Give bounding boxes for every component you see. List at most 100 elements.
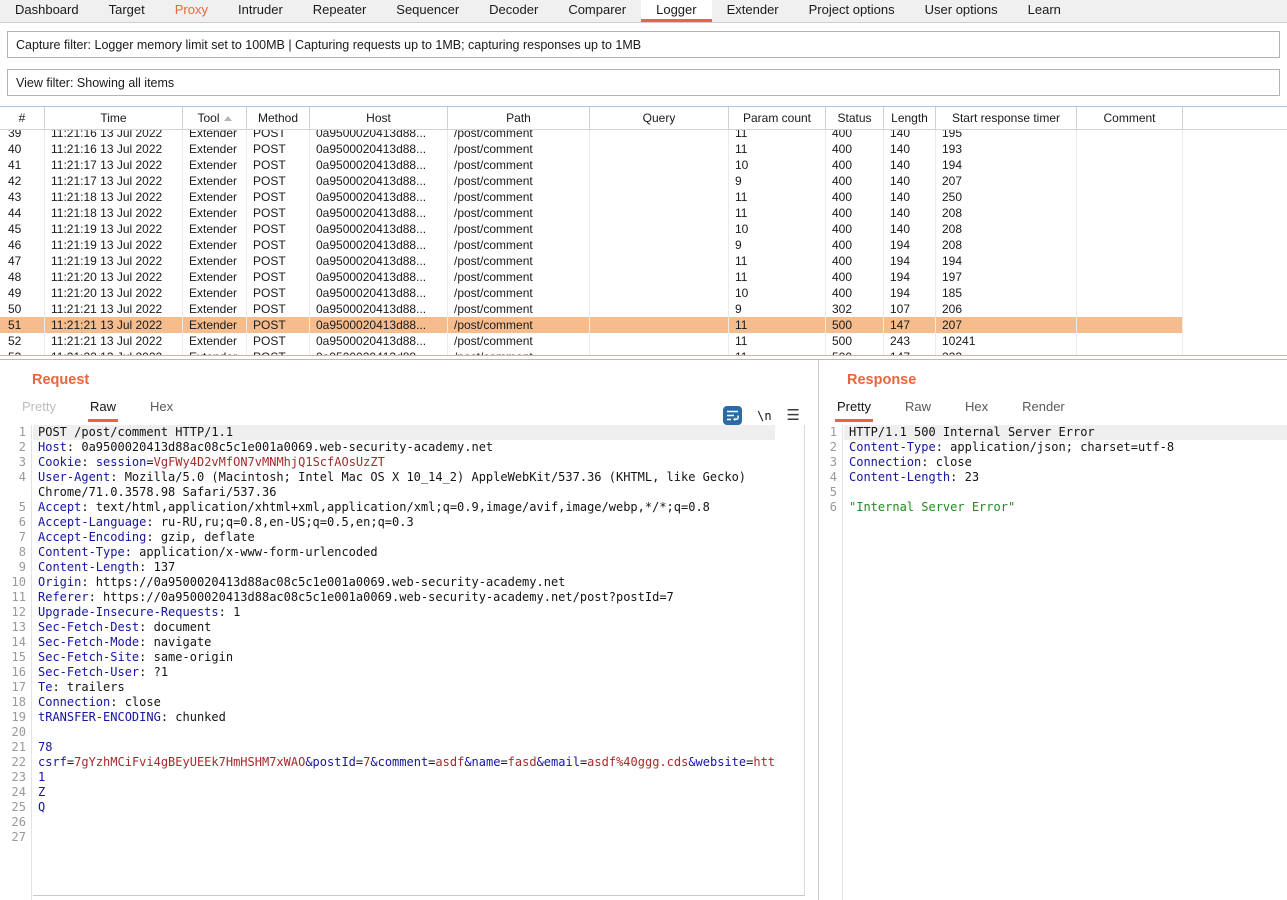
log-row-40[interactable]: 4011:21:16 13 Jul 2022ExtenderPOST0a9500…: [0, 141, 1183, 157]
code-line: 6Accept-Language: ru-RU,ru;q=0.8,en-US;q…: [0, 515, 775, 530]
menu-tab-repeater[interactable]: Repeater: [298, 0, 381, 22]
cell: 42: [0, 173, 45, 189]
menu-tab-user-options[interactable]: User options: [910, 0, 1013, 22]
code-line: 20: [0, 725, 775, 740]
code-text: Q: [33, 800, 775, 815]
newline-marker-toggle[interactable]: \n: [757, 409, 771, 423]
response-title: Response: [847, 372, 1287, 388]
line-number: 1: [819, 425, 842, 440]
code-segment: : application/x-www-form-urlencoded: [125, 545, 378, 559]
code-segment: POST /post/comment HTTP/1.1: [38, 425, 233, 439]
log-row-49[interactable]: 4911:21:20 13 Jul 2022ExtenderPOST0a9500…: [0, 285, 1183, 301]
menu-tab-comparer[interactable]: Comparer: [553, 0, 641, 22]
log-row-44[interactable]: 4411:21:18 13 Jul 2022ExtenderPOST0a9500…: [0, 205, 1183, 221]
menu-tab-target[interactable]: Target: [94, 0, 160, 22]
code-segment: : 1: [219, 605, 241, 619]
cell: 11:21:21 13 Jul 2022: [45, 317, 183, 333]
column-header-path[interactable]: Path: [448, 107, 590, 129]
cell: 208: [936, 205, 1077, 221]
code-line: 26: [0, 815, 775, 830]
view-filter-bar[interactable]: View filter: Showing all items: [7, 69, 1280, 96]
code-text: HTTP/1.1 500 Internal Server Error: [844, 425, 1287, 440]
code-line: 4User-Agent: Mozilla/5.0 (Macintosh; Int…: [0, 470, 775, 500]
request-tab-hex[interactable]: Hex: [148, 399, 175, 422]
cell: [590, 301, 729, 317]
menu-tab-learn[interactable]: Learn: [1013, 0, 1076, 22]
cell: 140: [884, 157, 936, 173]
column-header-status[interactable]: Status: [826, 107, 884, 129]
response-tab-pretty[interactable]: Pretty: [835, 399, 873, 422]
response-tab-raw[interactable]: Raw: [903, 399, 933, 422]
line-number: 15: [0, 650, 31, 665]
cell: 40: [0, 141, 45, 157]
menu-tab-intruder[interactable]: Intruder: [223, 0, 298, 22]
code-text: POST /post/comment HTTP/1.1: [33, 425, 775, 440]
code-segment: =: [500, 755, 507, 769]
cell: [590, 349, 729, 355]
response-editor[interactable]: 1HTTP/1.1 500 Internal Server Error2Cont…: [819, 425, 1287, 900]
menu-tab-extender[interactable]: Extender: [712, 0, 794, 22]
log-row-50[interactable]: 5011:21:21 13 Jul 2022ExtenderPOST0a9500…: [0, 301, 1183, 317]
wrap-lines-toggle-button[interactable]: [723, 406, 742, 425]
code-text: Sec-Fetch-User: ?1: [33, 665, 775, 680]
column-header-method[interactable]: Method: [247, 107, 310, 129]
cell: 9: [729, 173, 826, 189]
log-row-46[interactable]: 4611:21:19 13 Jul 2022ExtenderPOST0a9500…: [0, 237, 1183, 253]
log-row-48[interactable]: 4811:21:20 13 Jul 2022ExtenderPOST0a9500…: [0, 269, 1183, 285]
code-text: Upgrade-Insecure-Requests: 1: [33, 605, 775, 620]
code-segment: : chunked: [161, 710, 226, 724]
line-number: 27: [0, 830, 31, 845]
cell: Extender: [183, 285, 247, 301]
log-row-51[interactable]: 5111:21:21 13 Jul 2022ExtenderPOST0a9500…: [0, 317, 1183, 333]
column-header-param-count[interactable]: Param count: [729, 107, 826, 129]
log-row-39[interactable]: 3911:21:16 13 Jul 2022ExtenderPOST0a9500…: [0, 130, 1183, 141]
request-editor[interactable]: 1POST /post/comment HTTP/1.12Host: 0a950…: [0, 425, 775, 900]
column-header-start-response-timer[interactable]: Start response timer: [936, 107, 1077, 129]
code-text: Sec-Fetch-Dest: document: [33, 620, 775, 635]
line-number: 25: [0, 800, 31, 815]
code-text: User-Agent: Mozilla/5.0 (Macintosh; Inte…: [33, 470, 775, 500]
menu-tab-sequencer[interactable]: Sequencer: [381, 0, 474, 22]
menu-tab-decoder[interactable]: Decoder: [474, 0, 553, 22]
cell: POST: [247, 130, 310, 141]
menu-tab-proxy[interactable]: Proxy: [160, 0, 223, 22]
code-segment: Te: [38, 680, 52, 694]
menu-tab-dashboard[interactable]: Dashboard: [0, 0, 94, 22]
column-header-query[interactable]: Query: [590, 107, 729, 129]
log-row-53[interactable]: 5311:21:22 13 Jul 2022ExtenderPOST0a9500…: [0, 349, 1183, 355]
request-tab-raw[interactable]: Raw: [88, 399, 118, 422]
menu-tab-logger[interactable]: Logger: [641, 0, 711, 22]
line-number: 4: [0, 470, 31, 500]
cell: /post/comment: [448, 189, 590, 205]
response-tab-render[interactable]: Render: [1020, 399, 1067, 422]
code-text: Connection: close: [33, 695, 775, 710]
code-segment: : Mozilla/5.0 (Macintosh; Intel Mac OS X…: [38, 470, 753, 499]
capture-filter-bar[interactable]: Capture filter: Logger memory limit set …: [7, 31, 1280, 58]
cell: POST: [247, 157, 310, 173]
editor-menu-icon[interactable]: ☰: [787, 408, 800, 423]
cell: 223: [936, 349, 1077, 355]
code-segment: : gzip, deflate: [146, 530, 254, 544]
cell: [590, 237, 729, 253]
code-text: [33, 815, 775, 830]
log-row-41[interactable]: 4111:21:17 13 Jul 2022ExtenderPOST0a9500…: [0, 157, 1183, 173]
menu-tab-project-options[interactable]: Project options: [794, 0, 910, 22]
column-header-tool[interactable]: Tool: [183, 107, 247, 129]
request-horizontal-scrollbar[interactable]: [33, 895, 805, 896]
column-header-host[interactable]: Host: [310, 107, 448, 129]
log-row-47[interactable]: 4711:21:19 13 Jul 2022ExtenderPOST0a9500…: [0, 253, 1183, 269]
column-header--[interactable]: #: [0, 107, 45, 129]
cell: POST: [247, 189, 310, 205]
log-row-52[interactable]: 5211:21:21 13 Jul 2022ExtenderPOST0a9500…: [0, 333, 1183, 349]
column-header-length[interactable]: Length: [884, 107, 936, 129]
column-header-comment[interactable]: Comment: [1077, 107, 1183, 129]
log-row-45[interactable]: 4511:21:19 13 Jul 2022ExtenderPOST0a9500…: [0, 221, 1183, 237]
log-row-42[interactable]: 4211:21:17 13 Jul 2022ExtenderPOST0a9500…: [0, 173, 1183, 189]
request-vertical-scrollbar[interactable]: [804, 425, 805, 895]
code-text: Content-Type: application/x-www-form-url…: [33, 545, 775, 560]
cell: Extender: [183, 301, 247, 317]
log-row-43[interactable]: 4311:21:18 13 Jul 2022ExtenderPOST0a9500…: [0, 189, 1183, 205]
response-tab-hex[interactable]: Hex: [963, 399, 990, 422]
column-header-time[interactable]: Time: [45, 107, 183, 129]
code-segment: asdf%40ggg.cds: [587, 755, 688, 769]
